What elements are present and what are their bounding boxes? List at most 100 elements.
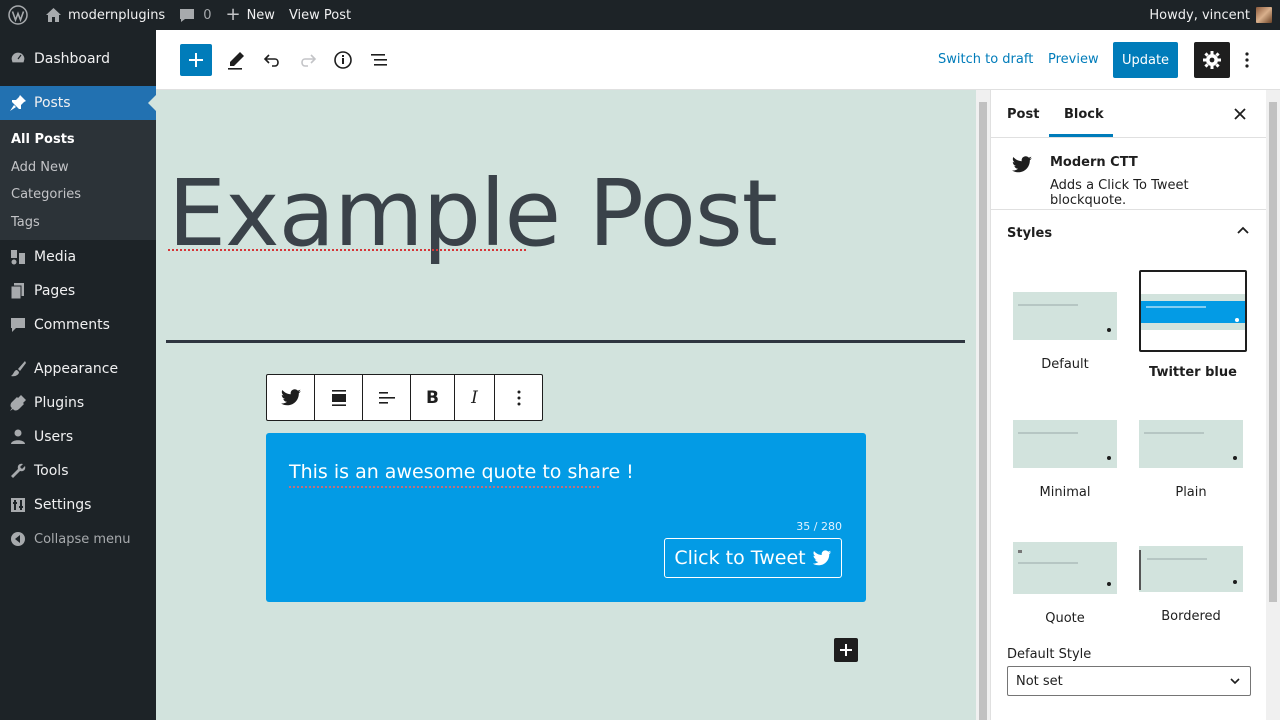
- admin-menu: Dashboard Posts All Posts Add New Catego…: [0, 30, 156, 720]
- default-style-select[interactable]: Not set: [1007, 666, 1251, 696]
- undo-icon: [263, 54, 279, 67]
- view-post-label: View Post: [288, 7, 352, 23]
- align-wide-icon: [331, 389, 346, 406]
- plug-icon: [8, 393, 28, 413]
- undo-button[interactable]: [260, 48, 284, 72]
- menu-item-dashboard[interactable]: Dashboard: [0, 42, 156, 76]
- separator-block[interactable]: [166, 340, 965, 343]
- comments-icon: [8, 315, 28, 335]
- style-preview: [1141, 294, 1245, 330]
- menu-label: Media: [34, 249, 77, 265]
- paintbrush-icon: [8, 359, 28, 379]
- list-view-button[interactable]: [367, 48, 391, 72]
- menu-item-tools[interactable]: Tools: [0, 454, 156, 488]
- sidebar-tabs: Post Block: [991, 90, 1266, 138]
- style-option-twitter-blue[interactable]: Twitter blue: [1139, 270, 1247, 380]
- preview-button[interactable]: Preview: [1048, 52, 1099, 67]
- style-preview: [1013, 542, 1117, 594]
- tab-block[interactable]: Block: [1064, 107, 1104, 122]
- scrollbar-thumb[interactable]: [979, 102, 987, 720]
- styles-panel-toggle[interactable]: Styles: [991, 210, 1266, 258]
- tweet-button-label: Click to Tweet: [674, 547, 806, 569]
- align-left-icon: [378, 391, 395, 404]
- menu-label: Tools: [34, 463, 69, 479]
- redo-button[interactable]: [296, 48, 320, 72]
- bold-button[interactable]: B: [411, 375, 455, 420]
- block-inserter-button[interactable]: [180, 44, 212, 76]
- menu-separator: [0, 342, 156, 352]
- dashboard-icon: [8, 49, 28, 69]
- canvas-scrollbar[interactable]: [976, 90, 990, 720]
- style-label: Plain: [1175, 485, 1207, 500]
- editor-header: Switch to draft Preview Update: [156, 30, 1280, 90]
- settings-toggle-button[interactable]: [1194, 42, 1230, 78]
- menu-item-plugins[interactable]: Plugins: [0, 386, 156, 420]
- view-post-link[interactable]: View Post: [282, 0, 358, 30]
- block-description: Adds a Click To Tweet blockquote.: [1050, 178, 1189, 208]
- click-to-tweet-block[interactable]: This is an awesome quote to share ! 35 /…: [266, 433, 866, 602]
- site-name-link[interactable]: modernplugins: [38, 0, 172, 30]
- style-label: Twitter blue: [1149, 365, 1237, 380]
- menu-label: Appearance: [34, 361, 119, 377]
- menu-item-appearance[interactable]: Appearance: [0, 352, 156, 386]
- submenu-tags[interactable]: Tags: [0, 209, 156, 237]
- style-label: Minimal: [1039, 485, 1091, 500]
- switch-to-draft-button[interactable]: Switch to draft: [938, 52, 1033, 67]
- submenu-all-posts[interactable]: All Posts: [0, 126, 156, 154]
- menu-item-posts[interactable]: Posts: [0, 86, 156, 120]
- style-option-minimal[interactable]: Minimal: [1011, 416, 1119, 500]
- align-button[interactable]: [315, 375, 363, 420]
- menu-label: Users: [34, 429, 74, 445]
- collapse-menu-button[interactable]: Collapse menu: [0, 522, 156, 556]
- wrench-icon: [8, 461, 28, 481]
- block-toolbar: B I: [266, 374, 543, 421]
- submenu-categories[interactable]: Categories: [0, 181, 156, 209]
- tab-post[interactable]: Post: [1007, 107, 1039, 122]
- menu-item-comments[interactable]: Comments: [0, 308, 156, 342]
- close-sidebar-button[interactable]: [1230, 104, 1250, 124]
- italic-button[interactable]: I: [455, 375, 495, 420]
- menu-item-users[interactable]: Users: [0, 420, 156, 454]
- menu-item-pages[interactable]: Pages: [0, 274, 156, 308]
- gear-icon: [1203, 51, 1221, 69]
- menu-label: Collapse menu: [34, 531, 131, 547]
- quote-text[interactable]: This is an awesome quote to share !: [289, 461, 634, 483]
- my-account-link[interactable]: Howdy, vincent: [1142, 0, 1280, 30]
- style-preview: [1139, 546, 1243, 592]
- styles-heading: Styles: [1007, 226, 1053, 241]
- vertical-ellipsis-icon: [517, 390, 520, 405]
- twitter-bird-icon: [1011, 156, 1033, 178]
- update-button[interactable]: Update: [1113, 42, 1178, 78]
- style-option-bordered[interactable]: Bordered: [1137, 542, 1245, 624]
- chevron-up-icon: [1236, 224, 1250, 242]
- text-align-button[interactable]: [363, 375, 411, 420]
- add-block-button[interactable]: [834, 638, 858, 662]
- style-label: Quote: [1045, 611, 1085, 626]
- click-to-tweet-button[interactable]: Click to Tweet: [664, 538, 842, 578]
- new-content-link[interactable]: + New: [218, 0, 281, 30]
- comments-link[interactable]: 0: [172, 0, 218, 30]
- edit-tools-button[interactable]: [224, 48, 248, 72]
- submenu-add-new[interactable]: Add New: [0, 154, 156, 182]
- plus-icon: +: [225, 4, 241, 25]
- style-option-plain[interactable]: Plain: [1137, 416, 1245, 500]
- scrollbar-thumb[interactable]: [1269, 102, 1277, 602]
- wordpress-logo-icon[interactable]: [0, 0, 38, 30]
- pencil-icon: [228, 52, 244, 70]
- block-type-button[interactable]: [267, 375, 315, 420]
- menu-item-settings[interactable]: Settings: [0, 488, 156, 522]
- site-name: modernplugins: [68, 7, 166, 23]
- block-options-button[interactable]: [495, 375, 542, 420]
- settings-sidebar: Post Block Modern CTT Adds a Click To Tw…: [990, 90, 1266, 720]
- style-option-default[interactable]: Default: [1011, 288, 1119, 372]
- sidebar-scrollbar[interactable]: [1266, 90, 1280, 720]
- style-label: Bordered: [1161, 609, 1221, 624]
- twitter-bird-icon: [812, 549, 831, 565]
- menu-item-media[interactable]: Media: [0, 240, 156, 274]
- bold-icon: B: [426, 387, 439, 408]
- menu-label: Dashboard: [34, 51, 110, 67]
- close-icon: [1234, 108, 1246, 120]
- style-option-quote[interactable]: Quote: [1011, 538, 1119, 626]
- details-button[interactable]: [331, 48, 355, 72]
- options-menu-button[interactable]: [1238, 48, 1256, 72]
